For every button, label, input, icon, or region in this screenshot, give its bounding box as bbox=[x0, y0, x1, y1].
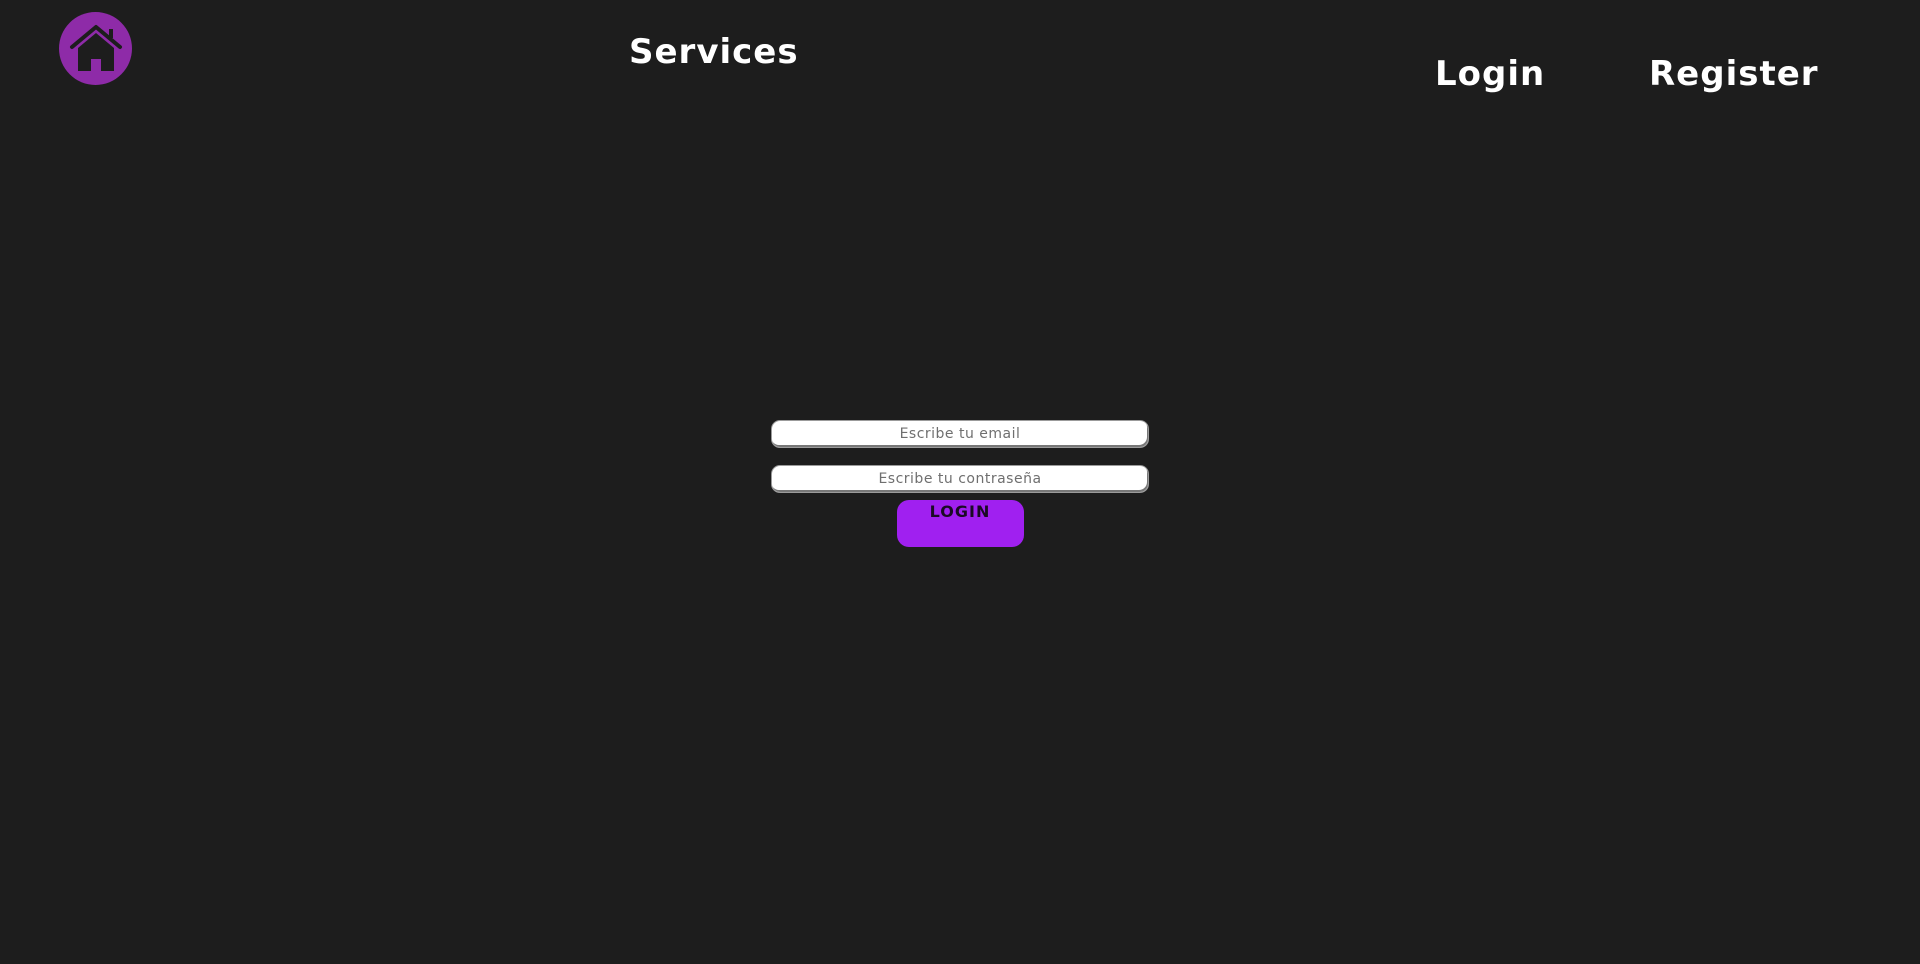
password-field[interactable] bbox=[771, 465, 1149, 493]
nav-services-link[interactable]: Services bbox=[629, 32, 799, 72]
nav-login-link[interactable]: Login bbox=[1435, 54, 1545, 94]
login-form: LOGIN bbox=[770, 420, 1150, 547]
page: Services Login Register LOGIN bbox=[0, 0, 1920, 964]
home-button[interactable] bbox=[59, 12, 132, 85]
email-field[interactable] bbox=[771, 420, 1149, 448]
nav-register-link[interactable]: Register bbox=[1649, 54, 1819, 94]
login-submit-button[interactable]: LOGIN bbox=[896, 500, 1024, 547]
home-icon bbox=[69, 24, 122, 71]
